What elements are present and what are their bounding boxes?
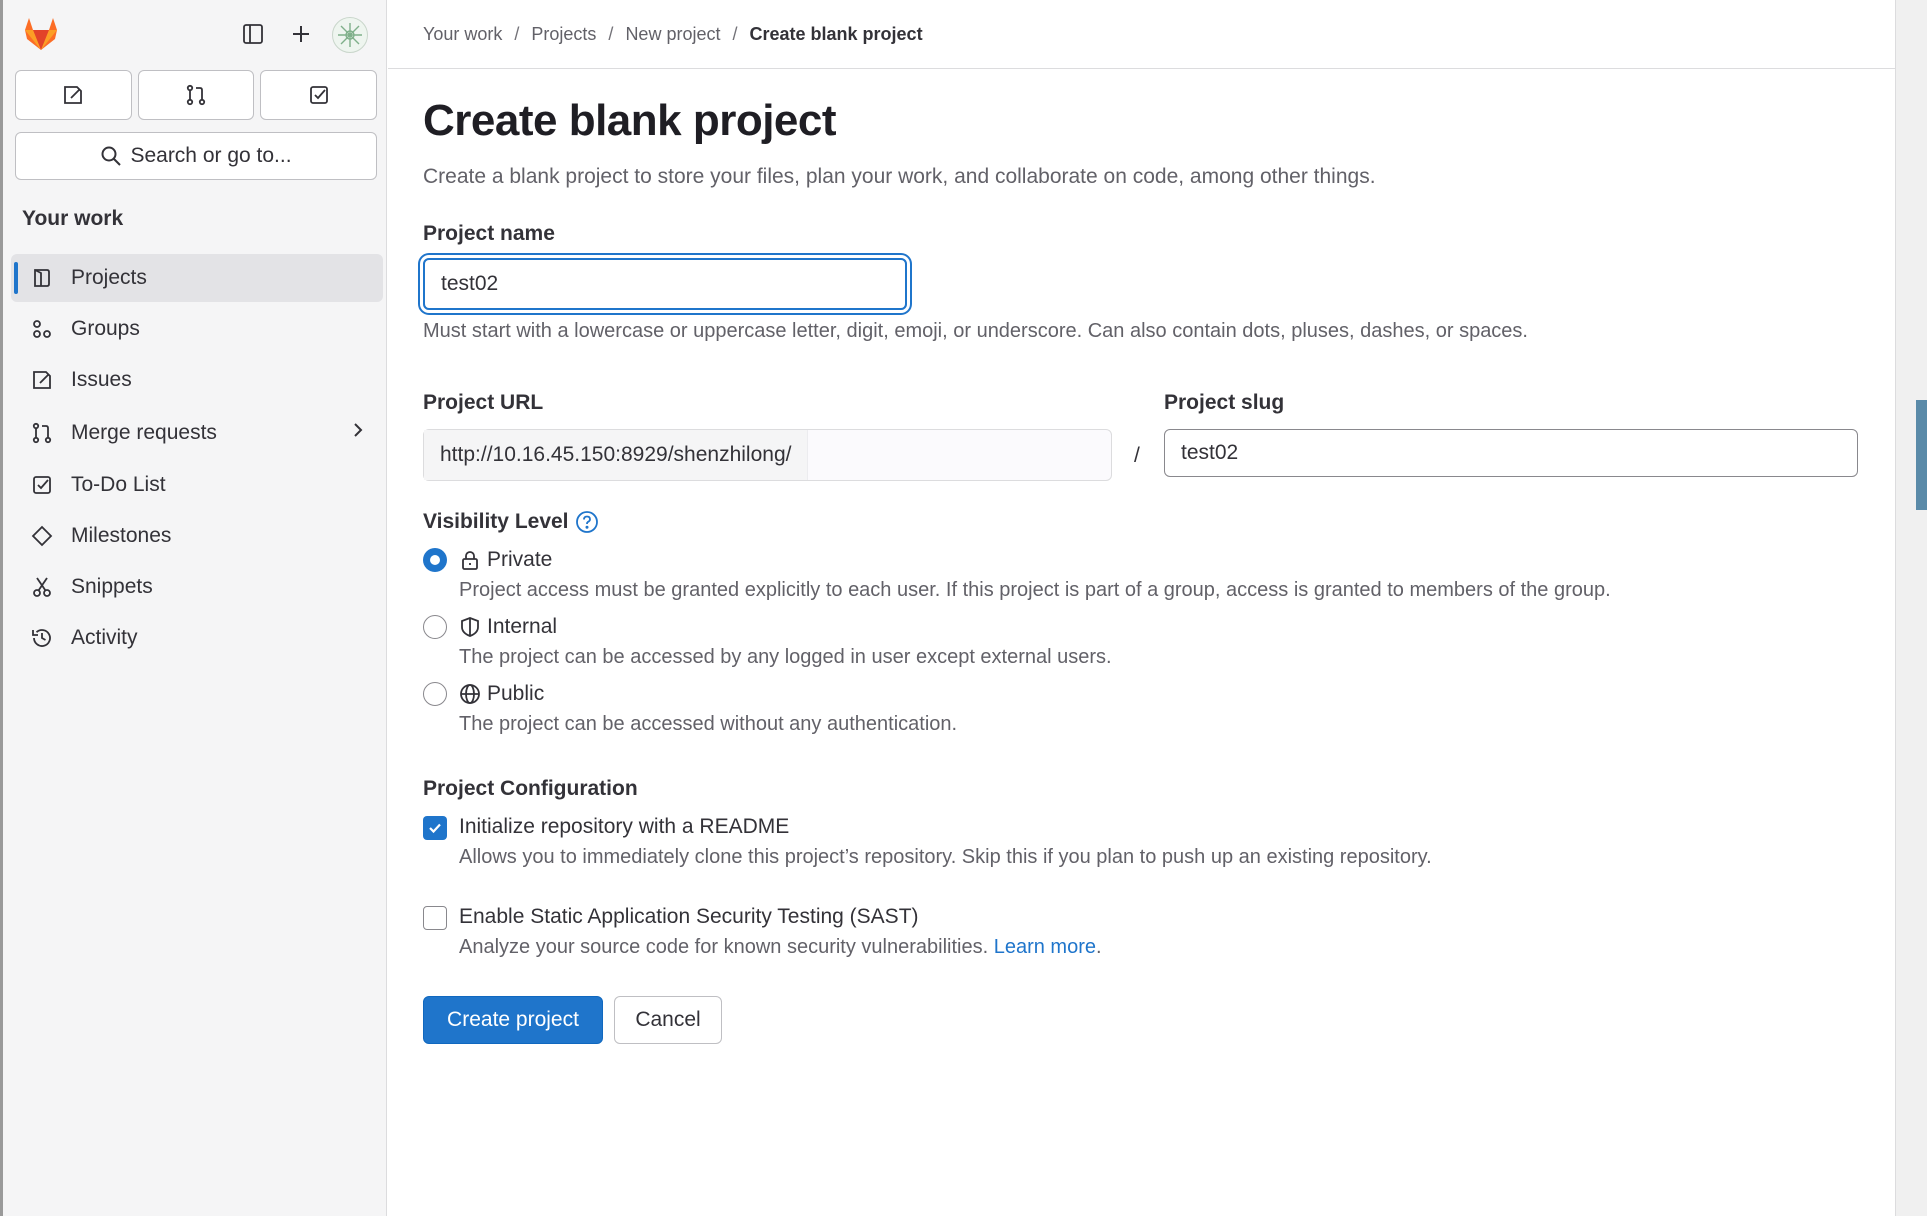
- sidebar-item-snippets[interactable]: Snippets: [11, 563, 383, 611]
- avatar[interactable]: [332, 17, 368, 53]
- sidebar-item-label: Merge requests: [71, 420, 217, 444]
- project-name-label: Project name: [423, 222, 555, 245]
- scrollbar-thumb[interactable]: [1916, 400, 1927, 510]
- project-url-value: http://10.16.45.150:8929/shenzhilong/: [424, 430, 809, 480]
- issues-icon: [29, 367, 55, 393]
- quick-actions: [15, 70, 378, 120]
- sast-option-description: Analyze your source code for known secur…: [459, 936, 1102, 959]
- history-icon: [29, 625, 55, 651]
- breadcrumb: Your work / Projects / New project / Cre…: [423, 22, 923, 46]
- readme-option-description: Allows you to immediately clone this pro…: [459, 846, 1432, 868]
- search-label: Search or go to...: [130, 144, 292, 167]
- search-button[interactable]: Search or go to...: [15, 132, 377, 180]
- learn-more-link[interactable]: Learn more: [994, 936, 1096, 958]
- project-url-label: Project URL: [423, 391, 544, 414]
- sidebar-item-label: Snippets: [71, 575, 153, 598]
- todo-icon: [309, 86, 328, 104]
- sidebar-item-label: Issues: [71, 368, 132, 391]
- project-name-help: Must start with a lowercase or uppercase…: [423, 320, 1528, 342]
- visibility-internal-radio[interactable]: [423, 615, 447, 639]
- project-slug-label: Project slug: [1164, 391, 1285, 414]
- main-content: Your work / Projects / New project / Cre…: [388, 0, 1895, 1216]
- todo-shortcut-button[interactable]: [260, 70, 378, 120]
- url-separator: /: [1134, 444, 1140, 467]
- globe-icon: [460, 684, 480, 704]
- plus-icon[interactable]: [281, 14, 321, 54]
- sidebar-item-label: Activity: [71, 626, 138, 649]
- page-title: Create blank project: [423, 96, 837, 145]
- shield-icon: [461, 617, 479, 637]
- sast-checkbox[interactable]: [423, 906, 447, 930]
- visibility-level-label: Visibility Level: [423, 510, 599, 534]
- sidebar-item-label: Milestones: [71, 524, 172, 547]
- breadcrumb-separator: /: [608, 23, 614, 44]
- project-icon: [29, 265, 55, 291]
- project-configuration-label: Project Configuration: [423, 777, 638, 800]
- breadcrumb-current[interactable]: Create blank project: [750, 24, 923, 45]
- sidebar-item-groups[interactable]: Groups: [11, 305, 383, 353]
- issues-icon: [64, 86, 83, 104]
- visibility-public-radio[interactable]: [423, 682, 447, 706]
- sast-description-text: Analyze your source code for known secur…: [459, 936, 989, 958]
- project-slug-input[interactable]: test02: [1164, 429, 1858, 477]
- breadcrumb-projects[interactable]: Projects: [531, 24, 596, 45]
- issues-shortcut-button[interactable]: [15, 70, 132, 120]
- sidebar-item-todo-list[interactable]: To-Do List: [11, 461, 383, 509]
- breadcrumb-your-work[interactable]: Your work: [423, 24, 502, 45]
- readme-option-title[interactable]: Initialize repository with a README: [459, 815, 789, 839]
- question-circle-icon[interactable]: [575, 510, 599, 534]
- lock-icon: [462, 551, 478, 570]
- project-name-value: test02: [441, 272, 499, 295]
- project-url-field[interactable]: http://10.16.45.150:8929/shenzhilong/: [423, 429, 1112, 481]
- visibility-internal-description: The project can be accessed by any logge…: [459, 646, 1112, 668]
- header-divider: [388, 68, 1895, 69]
- visibility-level-text: Visibility Level: [423, 510, 569, 533]
- todo-icon: [29, 472, 55, 498]
- group-icon: [29, 316, 55, 342]
- visibility-public-option[interactable]: Public: [459, 682, 544, 706]
- chevron-right-icon[interactable]: [347, 419, 369, 441]
- check-icon: [429, 823, 441, 834]
- sidebar-item-issues[interactable]: Issues: [11, 356, 383, 404]
- breadcrumb-separator: /: [514, 23, 520, 44]
- visibility-public-title: Public: [487, 682, 545, 705]
- search-icon: [101, 146, 122, 166]
- sidebar-item-activity[interactable]: Activity: [11, 614, 383, 662]
- sidebar-nav: Projects Groups Issues Merge requests To…: [11, 254, 383, 665]
- visibility-private-description: Project access must be granted explicitl…: [459, 579, 1611, 601]
- visibility-private-radio[interactable]: [423, 548, 447, 572]
- page-description: Create a blank project to store your fil…: [423, 165, 1376, 188]
- breadcrumb-separator: /: [732, 23, 738, 44]
- sast-description-suffix: .: [1095, 936, 1102, 958]
- create-project-button[interactable]: Create project: [423, 996, 603, 1044]
- sidebar-header: [3, 0, 387, 68]
- sidebar-item-milestones[interactable]: Milestones: [11, 512, 383, 560]
- gitlab-logo-icon[interactable]: [19, 12, 63, 56]
- sidebar-item-projects[interactable]: Projects: [11, 254, 383, 302]
- project-name-input[interactable]: test02: [423, 258, 907, 310]
- sast-option-title[interactable]: Enable Static Application Security Testi…: [459, 905, 919, 929]
- vertical-scrollbar[interactable]: [1895, 0, 1927, 1216]
- snippet-icon: [29, 574, 55, 600]
- milestone-icon: [29, 523, 55, 549]
- readme-checkbox[interactable]: [423, 816, 447, 840]
- sidebar-toggle-icon[interactable]: [233, 14, 273, 54]
- project-slug-value: test02: [1181, 441, 1239, 464]
- sidebar-item-label: Projects: [71, 266, 147, 289]
- sidebar-section-title: Your work: [22, 207, 124, 230]
- sidebar: Search or go to... Your work Projects Gr…: [3, 0, 387, 1216]
- sidebar-item-label: To-Do List: [71, 473, 166, 496]
- sidebar-item-merge-requests[interactable]: Merge requests: [11, 407, 383, 458]
- visibility-public-description: The project can be accessed without any …: [459, 713, 958, 735]
- merge-requests-shortcut-button[interactable]: [137, 70, 255, 120]
- breadcrumb-new-project[interactable]: New project: [625, 24, 720, 45]
- sidebar-item-label: Groups: [71, 317, 140, 340]
- visibility-internal-option[interactable]: Internal: [459, 615, 557, 639]
- merge-request-icon: [186, 84, 206, 106]
- visibility-private-title: Private: [487, 548, 553, 571]
- cancel-button[interactable]: Cancel: [614, 996, 722, 1044]
- merge-request-icon: [29, 420, 55, 446]
- visibility-private-option[interactable]: Private: [459, 548, 552, 572]
- visibility-internal-title: Internal: [487, 615, 558, 638]
